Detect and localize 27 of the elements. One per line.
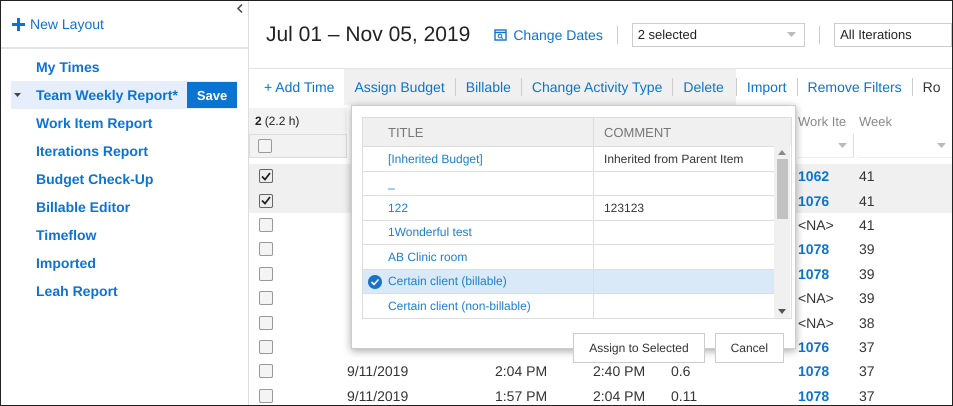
budget-comment: Inherited from Parent Item [604,152,744,166]
table-cell: <NA> [798,290,834,306]
table-cell: 41 [859,216,875,233]
table-cell: 41 [859,192,875,209]
table-cell: 37 [859,363,875,380]
date-range-title: Jul 01 – Nov 05, 2019 [266,22,470,46]
table-cell: <NA> [798,216,834,233]
table-cell: <NA> [798,314,834,331]
table-cell: 39 [859,266,875,282]
column-header: TITLE [363,118,594,146]
table-cell: 39 [859,290,875,306]
table-cell: 41 [859,168,875,184]
table-cell: 1:57 PM [495,388,548,404]
table-cell: 9/11/2019 [347,388,408,404]
summary-cell: 2 (2.2 h) [249,108,347,134]
table-cell: 0.6 [671,363,690,380]
budget-comment: 123123 [604,200,644,215]
table-cell: 38 [859,314,875,331]
column-header: COMMENT [603,124,672,140]
table-cell: 2:40 PM [593,363,646,380]
table-cell: 0.11 [671,388,698,404]
table-cell: 9/11/2019 [347,363,408,380]
table-cell: 37 [859,338,875,355]
table-cell: 2:04 PM [593,388,646,404]
table-cell: 39 [859,241,875,258]
table-cell: 2:04 PM [495,363,548,380]
table-cell: 37 [859,388,875,404]
